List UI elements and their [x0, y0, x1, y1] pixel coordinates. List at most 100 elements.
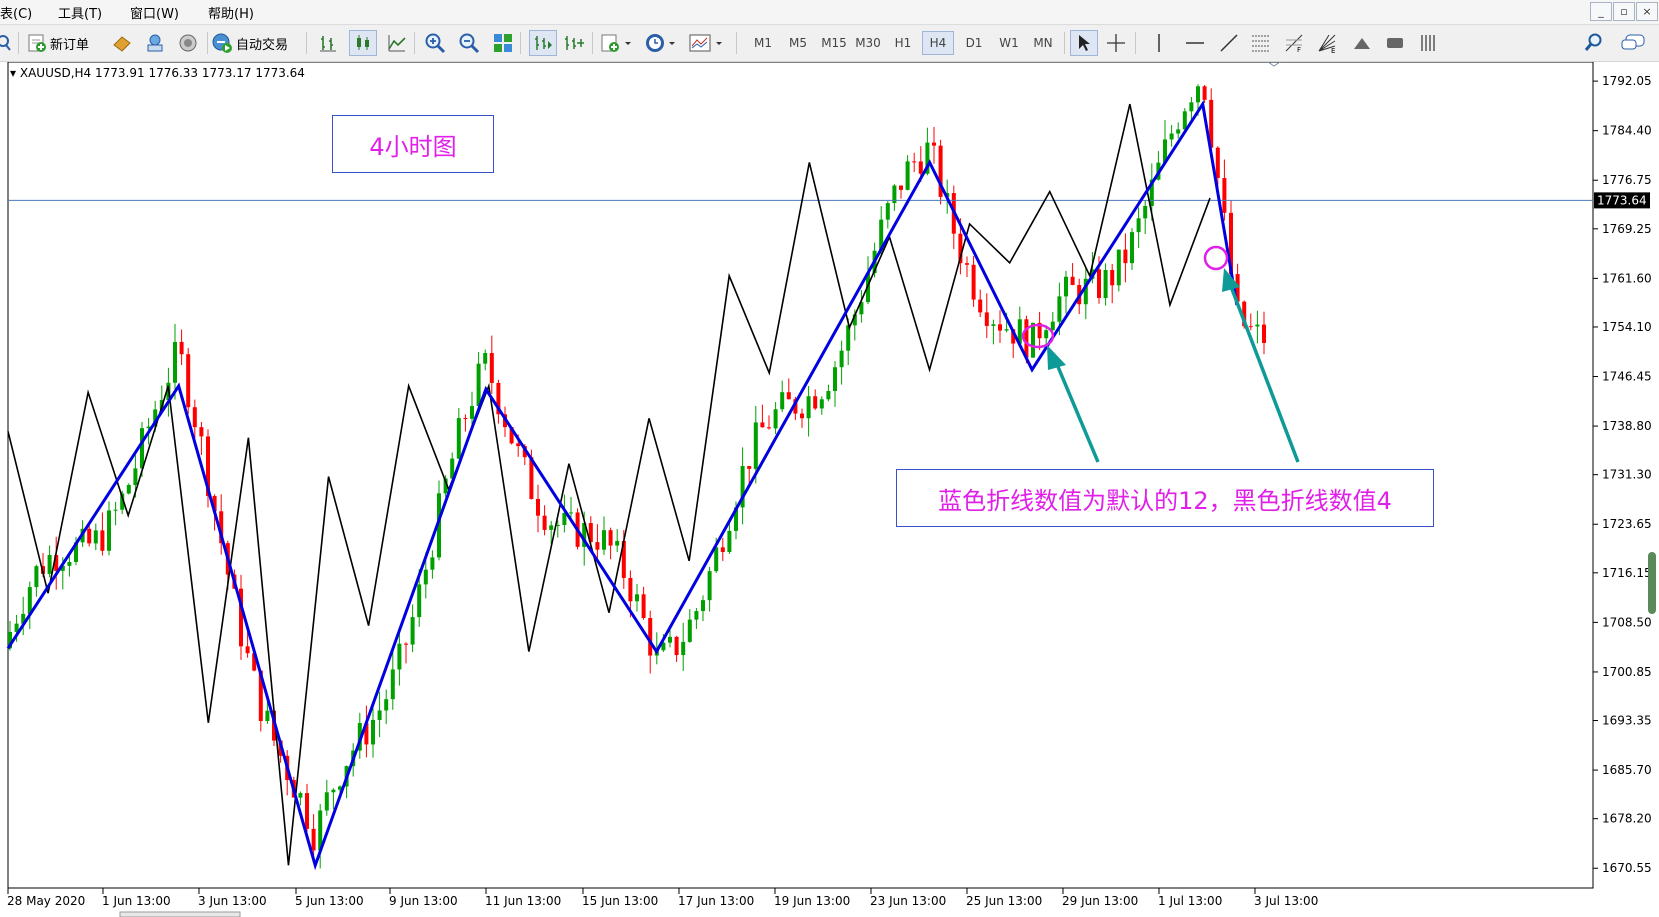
period-separators-icon[interactable] [1418, 30, 1440, 56]
rectangle-shape-icon[interactable] [1384, 30, 1406, 56]
svg-text:1773.64: 1773.64 [1597, 193, 1647, 207]
price-tick-label: 1746.45 [1602, 370, 1652, 384]
timeframe-m30-button[interactable]: M30 [852, 31, 884, 55]
candle-body [179, 341, 184, 355]
menu-help[interactable]: 帮助(H) [208, 3, 254, 22]
search-icon[interactable] [1583, 30, 1605, 56]
candle-body [932, 142, 936, 146]
candle-body [456, 418, 461, 459]
equidistant-channel-icon[interactable] [1250, 30, 1272, 56]
candle-body [1215, 147, 1220, 179]
fibonacci-icon[interactable]: F [1283, 30, 1305, 56]
candle-body [1097, 269, 1101, 298]
chat-icon[interactable] [1620, 30, 1648, 56]
timeframe-m1-button[interactable]: M1 [748, 31, 778, 55]
time-tick-label: 9 Jun 13:00 [389, 894, 458, 908]
search-edge-icon[interactable] [0, 30, 12, 56]
candle-body [27, 587, 32, 614]
chart-shift-icon[interactable] [529, 30, 557, 56]
zoom-in-icon[interactable] [424, 30, 446, 56]
zoom-out-icon[interactable] [458, 30, 480, 56]
candle-body [681, 641, 686, 656]
candle-body [1169, 133, 1174, 140]
price-tick-label: 1685.70 [1602, 763, 1652, 777]
candle-body [1196, 86, 1200, 103]
candle-body [767, 427, 771, 429]
new-order-icon [27, 33, 47, 53]
menu-window[interactable]: 窗口(W) [130, 3, 179, 22]
menu-tools[interactable]: 工具(T) [58, 3, 102, 22]
time-tick-label: 23 Jun 13:00 [870, 894, 946, 908]
candle-body [93, 530, 98, 544]
vertical-scrollbar[interactable] [1648, 552, 1656, 614]
candle-body [1262, 324, 1266, 343]
candle-body [918, 161, 923, 174]
gann-fan-icon[interactable]: E [1316, 30, 1338, 56]
menu-bar: 表(C) 工具(T) 窗口(W) 帮助(H) _ ▫ × [0, 0, 1659, 25]
candle-body [265, 710, 270, 722]
candle-body [1057, 296, 1062, 322]
vertical-line-icon[interactable] [1152, 30, 1166, 56]
candle-body [417, 584, 422, 618]
menu-chart[interactable]: 表(C) [0, 3, 32, 22]
new-order-button[interactable]: 新订单 [27, 30, 89, 56]
current-price-tag: 1773.64 [1594, 192, 1650, 209]
bar-chart-icon[interactable] [318, 30, 338, 56]
candle-body [800, 413, 804, 419]
candlestick-chart-icon[interactable] [349, 30, 377, 56]
triangle-shape-icon[interactable] [1351, 30, 1373, 56]
candle-body [516, 443, 521, 447]
candle-body [839, 350, 844, 368]
price-tick-label: 1761.60 [1602, 271, 1652, 285]
data-window-icon[interactable] [144, 30, 166, 56]
candle-body [67, 561, 72, 566]
timeframe-h1-button[interactable]: H1 [888, 31, 918, 55]
chart-menu-icon[interactable]: ▾ [10, 66, 16, 80]
candle-body [404, 643, 408, 645]
price-tick-label: 1716.15 [1602, 566, 1652, 580]
periods-clock-icon[interactable] [644, 30, 678, 56]
auto-scroll-icon[interactable] [563, 30, 585, 56]
candle-body [476, 363, 481, 407]
candle-body [245, 646, 250, 654]
auto-trading-label: 自动交易 [236, 37, 289, 53]
candle-body [1255, 324, 1260, 327]
auto-trading-button[interactable]: 自动交易 [211, 30, 288, 56]
candle-body [390, 669, 395, 700]
timeframe-d1-button[interactable]: D1 [959, 31, 989, 55]
timeframe-h4-button[interactable]: H4 [922, 31, 954, 55]
restore-button[interactable]: ▫ [1613, 2, 1635, 21]
close-button[interactable]: × [1636, 2, 1658, 21]
timeframe-mn-button[interactable]: MN [1027, 31, 1059, 55]
trendline-icon[interactable] [1218, 30, 1240, 56]
line-chart-icon[interactable] [387, 30, 407, 56]
price-tick-label: 1738.80 [1602, 419, 1652, 433]
time-tick-label: 3 Jun 13:00 [198, 894, 267, 908]
candle-body [298, 793, 303, 798]
cursor-icon[interactable] [1070, 30, 1098, 56]
price-tick-label: 1678.20 [1602, 812, 1652, 826]
navigator-icon[interactable] [177, 30, 199, 56]
horizontal-line-icon[interactable] [1184, 30, 1206, 56]
candle-body [978, 299, 983, 313]
templates-dropdown-icon[interactable] [689, 30, 725, 56]
candle-body [747, 466, 752, 469]
timeframe-m5-button[interactable]: M5 [783, 31, 813, 55]
candle-body [971, 264, 976, 300]
time-axis: 28 May 2020 1 Jun 13:00 3 Jun 13:00 5 Jun 1… [7, 888, 1318, 908]
time-tick-label: 28 May 2020 [7, 894, 85, 908]
candle-body [984, 312, 989, 326]
candle-body [595, 542, 600, 550]
candle-body [311, 828, 316, 851]
tile-windows-icon[interactable] [492, 30, 514, 56]
candle-body [701, 600, 705, 612]
indicators-dropdown-icon[interactable] [600, 30, 634, 56]
candle-body [489, 352, 494, 383]
market-watch-icon[interactable] [111, 30, 133, 56]
time-tick-label: 3 Jul 13:00 [1254, 894, 1318, 908]
timeframe-w1-button[interactable]: W1 [994, 31, 1024, 55]
minimize-button[interactable]: _ [1590, 2, 1612, 21]
crosshair-icon[interactable] [1105, 30, 1127, 56]
candle-body [998, 324, 1002, 331]
timeframe-m15-button[interactable]: M15 [818, 31, 850, 55]
